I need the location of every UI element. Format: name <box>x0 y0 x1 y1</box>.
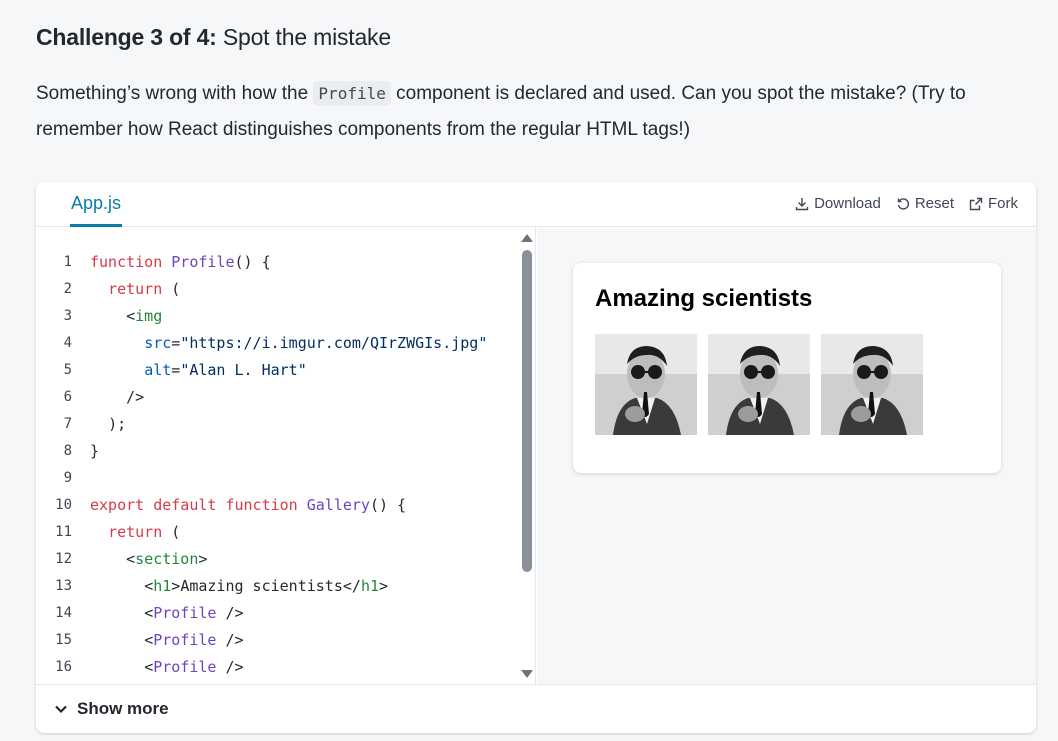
line-number: 11 <box>55 524 72 540</box>
code-editor[interactable]: 1 function Profile() { 2 return ( 3 <img … <box>36 228 536 684</box>
challenge-title: Challenge 3 of 4: Spot the mistake <box>36 24 391 51</box>
line-number: 7 <box>63 416 72 432</box>
line-number: 14 <box>55 605 72 621</box>
line-number: 6 <box>63 389 72 405</box>
scientist-photo <box>708 334 810 435</box>
download-button[interactable]: Download <box>795 195 881 212</box>
scroll-down-arrow-icon[interactable] <box>521 670 533 678</box>
code-line: 12 <section> <box>36 546 516 573</box>
code-line: 2 return ( <box>36 276 516 303</box>
show-more-button[interactable]: Show more <box>54 699 169 719</box>
fork-button[interactable]: Fork <box>969 195 1018 212</box>
line-number: 5 <box>63 362 72 378</box>
line-number: 10 <box>55 497 72 513</box>
download-label: Download <box>814 195 881 212</box>
show-more-label: Show more <box>77 699 169 718</box>
editor-scrollbar[interactable] <box>520 228 534 684</box>
line-number: 15 <box>55 632 72 648</box>
code-line: 13 <h1>Amazing scientists</h1> <box>36 573 516 600</box>
code-line: 8} <box>36 438 516 465</box>
preview-heading: Amazing scientists <box>595 285 813 312</box>
code-line: 7 ); <box>36 411 516 438</box>
code-line: 4 src="https://i.imgur.com/QIrZWGIs.jpg" <box>36 330 516 357</box>
code-line: 9 <box>36 465 516 492</box>
code-line: 15 <Profile /> <box>36 627 516 654</box>
external-link-icon <box>969 197 983 210</box>
tab-app-js[interactable]: App.js <box>70 193 123 227</box>
line-number: 3 <box>63 308 72 324</box>
code-line: 16 <Profile /> <box>36 654 516 681</box>
reset-button[interactable]: Reset <box>896 195 954 212</box>
challenge-counter: Challenge 3 of 4: <box>36 24 217 50</box>
reset-icon <box>897 197 909 210</box>
line-number: 13 <box>55 578 72 594</box>
sandbox-actions: Download Reset Fork <box>795 195 1018 212</box>
description-text-start: Something’s wrong with how the <box>36 83 314 104</box>
code-line: 10 export default function Gallery() { <box>36 492 516 519</box>
code-line: 3 <img <box>36 303 516 330</box>
preview-card: Amazing scientists <box>573 263 1001 473</box>
code-sandbox: App.js Download Reset Fork 1 function Pro… <box>36 182 1036 733</box>
sandbox-footer: Show more <box>36 684 1036 733</box>
preview-pane: Amazing scientists <box>537 228 1036 684</box>
download-icon <box>795 197 809 210</box>
line-number: 8 <box>63 443 72 459</box>
line-number: 1 <box>63 254 72 270</box>
scientist-photo <box>821 334 923 435</box>
scrollbar-thumb[interactable] <box>522 250 532 572</box>
code-line: 14 <Profile /> <box>36 600 516 627</box>
sandbox-tabbar: App.js Download Reset Fork <box>36 182 1036 227</box>
line-number: 12 <box>55 551 72 567</box>
scientist-photo <box>595 334 697 435</box>
code-line: 11 return ( <box>36 519 516 546</box>
code-line: 1 function Profile() { <box>36 249 516 276</box>
line-number: 16 <box>55 659 72 675</box>
challenge-name: Spot the mistake <box>222 24 391 50</box>
chevron-down-icon <box>55 705 67 714</box>
line-number: 4 <box>63 335 72 351</box>
challenge-description: Something’s wrong with how the Profile c… <box>36 76 1046 148</box>
scroll-up-arrow-icon[interactable] <box>521 234 533 242</box>
code-line: 5 alt="Alan L. Hart" <box>36 357 516 384</box>
reset-label: Reset <box>914 195 954 212</box>
line-number: 2 <box>63 281 72 297</box>
code-line: 6 /> <box>36 384 516 411</box>
line-number: 9 <box>63 470 72 486</box>
fork-label: Fork <box>988 195 1018 212</box>
inline-code: Profile <box>313 81 391 106</box>
